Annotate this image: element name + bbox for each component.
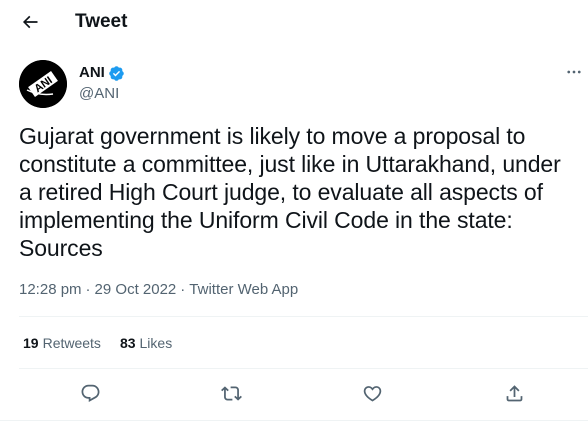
retweet-icon [220, 385, 242, 401]
retweet-button[interactable] [214, 376, 248, 410]
divider [0, 420, 588, 421]
tweet-meta: 12:28 pm · 29 Oct 2022 · Twitter Web App [19, 281, 298, 299]
author-name-row[interactable]: ANI [79, 64, 125, 82]
tweet-actions [0, 372, 588, 412]
back-button[interactable] [14, 6, 46, 38]
meta-separator: · [85, 281, 91, 298]
tweet-stats: 19 Retweets 83 Likes [23, 334, 191, 352]
verified-badge-icon [108, 65, 125, 82]
divider [19, 368, 588, 369]
reply-icon [81, 384, 99, 402]
likes-stat[interactable]: 83 Likes [120, 334, 172, 352]
retweets-stat[interactable]: 19 Retweets [23, 334, 101, 352]
tweet-header: Tweet [0, 0, 588, 44]
retweets-label: Retweets [42, 335, 101, 351]
page-title: Tweet [75, 11, 128, 32]
tweet-time[interactable]: 12:28 pm [19, 281, 82, 299]
share-button[interactable] [497, 376, 531, 410]
divider [19, 316, 588, 317]
more-dots-icon [567, 70, 581, 74]
heart-icon [363, 385, 381, 402]
tweet-source[interactable]: Twitter Web App [189, 281, 298, 299]
arrow-left-icon [22, 15, 38, 29]
likes-label: Likes [139, 335, 173, 351]
avatar[interactable]: ANI [19, 60, 67, 108]
reply-button[interactable] [73, 376, 107, 410]
likes-count: 83 [119, 335, 136, 351]
retweets-count: 19 [23, 335, 39, 351]
share-icon [506, 384, 522, 401]
author-handle[interactable]: @ANI [79, 85, 119, 103]
tweet-text: Gujarat government is likely to move a p… [19, 123, 561, 261]
like-button[interactable] [355, 376, 389, 410]
more-options-button[interactable] [562, 62, 586, 82]
meta-separator: · [180, 281, 186, 298]
ani-logo-icon: ANI [19, 60, 67, 108]
tweet-date[interactable]: 29 Oct 2022 [95, 281, 177, 299]
author-name[interactable]: ANI [79, 64, 105, 82]
